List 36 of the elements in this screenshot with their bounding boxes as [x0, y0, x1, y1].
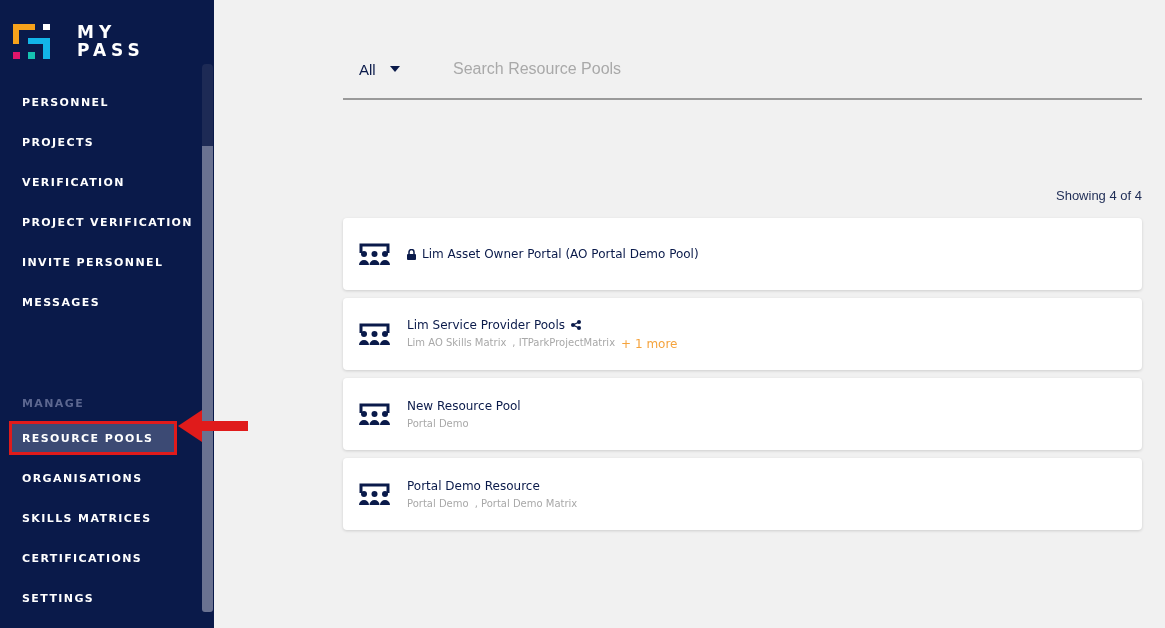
matrix-label: Lim AO Skills Matrix: [407, 336, 507, 350]
matrix-label: Portal Demo: [407, 418, 469, 429]
nav-item[interactable]: SETTINGS: [0, 578, 202, 618]
nav-item[interactable]: INVITE PERSONNEL: [0, 242, 202, 282]
nav-item[interactable]: PERSONNEL: [0, 82, 202, 122]
logo-text: MY PASS: [77, 23, 145, 59]
nav-item[interactable]: ORGANISATIONS: [0, 458, 202, 498]
nav-item[interactable]: PROJECT VERIFICATION: [0, 202, 202, 242]
result-count: Showing 4 of 4: [1056, 188, 1142, 203]
matrix-label: , Portal Demo Matrix: [474, 498, 578, 509]
nav-item[interactable]: SKILLS MATRICES: [0, 498, 202, 538]
pool-title: Portal Demo Resource: [407, 479, 540, 493]
filter-dropdown[interactable]: All: [343, 60, 451, 78]
search-field[interactable]: Search Resource Pools: [451, 59, 855, 79]
nav-item[interactable]: CERTIFICATIONS: [0, 538, 202, 578]
pool-card[interactable]: Portal Demo Resource Portal Demo , Portal Demo Matrix: [343, 458, 1142, 530]
pool-card[interactable]: New Resource Pool Portal Demo: [343, 378, 1142, 450]
nav-item[interactable]: RESOURCE POOLS: [10, 422, 176, 454]
pool-title: Lim Service Provider Pools: [407, 317, 565, 332]
pool-card[interactable]: Lim Service Provider Pools Lim AO Skills Matrix , ITParkProjectMatrix + 1 more: [343, 298, 1142, 370]
nav-item[interactable]: PROJECTS: [0, 122, 202, 162]
group-icon: [359, 483, 390, 505]
nav-item[interactable]: MESSAGES: [0, 282, 202, 322]
matrix-label: Portal Demo: [407, 498, 469, 509]
matrix-label: , ITParkProjectMatrix: [512, 336, 616, 350]
pool-title: New Resource Pool: [407, 399, 521, 413]
section-label: MANAGE: [21, 396, 86, 412]
pool-card[interactable]: Lim Asset Owner Portal (AO Portal Demo Pool): [343, 218, 1142, 290]
nav-item[interactable]: VERIFICATION: [0, 162, 202, 202]
arrow-annotation: [178, 408, 250, 444]
pool-title: Lim Asset Owner Portal (AO Portal Demo Pool): [422, 247, 699, 261]
group-icon: [359, 243, 390, 265]
caret-icon: [389, 66, 400, 72]
group-icon: [359, 323, 390, 345]
group-icon: [359, 403, 390, 425]
logo-icon: [13, 23, 51, 59]
